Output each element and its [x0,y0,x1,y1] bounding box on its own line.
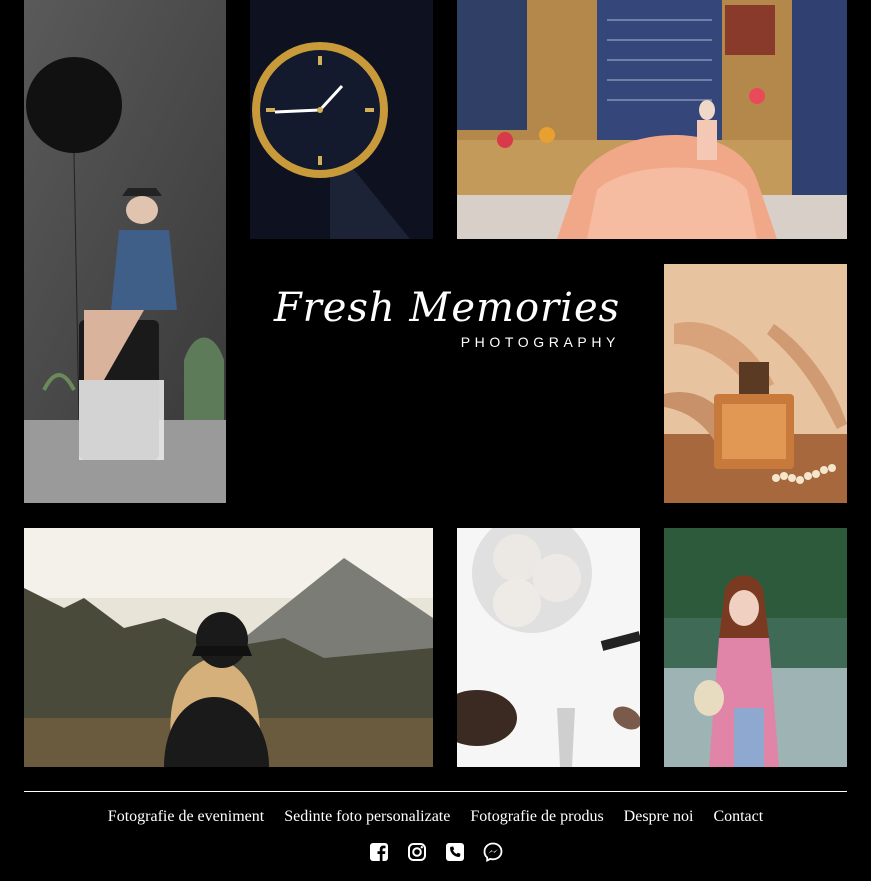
social-links [0,842,871,862]
nav-link-contact[interactable]: Contact [713,806,763,828]
brand-tagline: PHOTOGRAPHY [460,334,620,350]
bride-image [457,0,847,239]
brand-name: Fresh Memories [273,285,621,331]
mountain-woman-image [24,528,433,767]
gallery-photo-watch[interactable] [250,0,433,239]
nav-link-custom-photoshoots[interactable]: Sedinte foto personalizate [284,806,450,828]
gallery-photo-bride[interactable] [457,0,847,239]
gallery-photo-makeup[interactable] [457,528,640,767]
nav-link-about[interactable]: Despre noi [624,806,694,828]
nav-link-product-photography[interactable]: Fotografie de produs [470,806,603,828]
perfume-image [664,264,847,503]
instagram-icon[interactable] [407,842,427,862]
brand-logo[interactable]: Fresh Memories PHOTOGRAPHY [262,284,632,364]
phone-icon[interactable] [445,842,465,862]
messenger-icon[interactable] [483,842,503,862]
footer-divider [24,791,847,792]
gallery-photo-mountain-woman[interactable] [24,528,433,767]
gallery-photo-ao-dai-woman[interactable] [664,528,847,767]
watch-image [250,0,433,239]
makeup-image [457,528,640,767]
ao-dai-woman-image [664,528,847,767]
gallery-photo-perfume[interactable] [664,264,847,503]
gallery-photo-balloon-woman[interactable] [24,0,226,503]
facebook-icon[interactable] [369,842,389,862]
nav-link-event-photography[interactable]: Fotografie de eveniment [108,806,264,828]
footer-nav: Fotografie de eveniment Sedinte foto per… [0,806,871,828]
balloon-woman-image [24,0,226,503]
